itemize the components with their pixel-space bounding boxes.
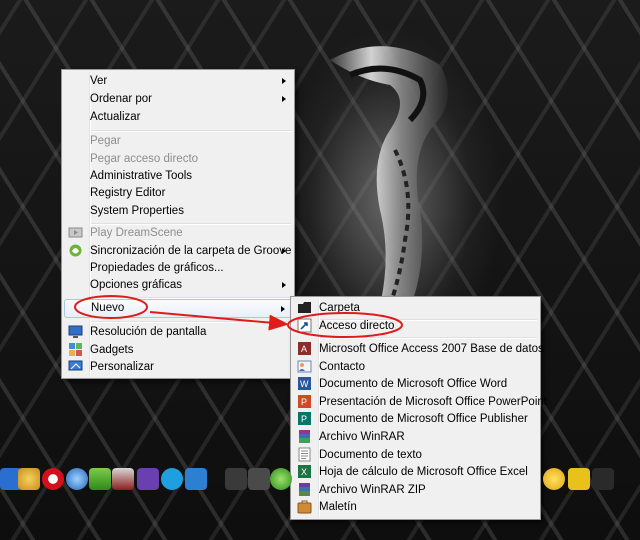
menu-item-propiedades-graficos[interactable]: Propiedades de gráficos...: [64, 259, 292, 277]
menu-item-opciones-graficas[interactable]: Opciones gráficas: [64, 276, 292, 294]
powerpoint-icon: P: [298, 395, 311, 408]
submenu-item-word[interactable]: W Documento de Microsoft Office Word: [293, 375, 538, 393]
winrar-icon: [299, 430, 310, 443]
folder-icon[interactable]: [248, 468, 270, 490]
word-icon: W: [298, 377, 311, 390]
menu-item-label: Actualizar: [90, 111, 141, 123]
svg-text:P: P: [301, 397, 307, 407]
submenu-item-winrar[interactable]: Archivo WinRAR: [293, 428, 538, 446]
menu-item-registry-editor[interactable]: Registry Editor: [64, 184, 292, 202]
menu-item-label: Play DreamScene: [90, 227, 183, 239]
skype-icon[interactable]: [161, 468, 183, 490]
menu-item-label: Contacto: [319, 361, 366, 373]
gadgets-icon: [69, 343, 82, 356]
groove-icon: [69, 244, 82, 257]
menu-item-label: Opciones gráficas: [90, 279, 183, 291]
submenu-item-texto[interactable]: Documento de texto: [293, 446, 538, 464]
menu-item-label: Documento de Microsoft Office Publisher: [319, 413, 528, 425]
menu-item-label: Acceso directo: [319, 320, 395, 332]
submenu-arrow-icon: [282, 78, 286, 84]
text-document-icon: [298, 447, 311, 462]
folder-icon: [298, 302, 311, 313]
trash-icon[interactable]: [592, 468, 614, 490]
menu-item-label: Propiedades de gráficos...: [90, 262, 224, 274]
menu-item-label: Ver: [90, 75, 108, 87]
green-arrow-icon[interactable]: [270, 468, 292, 490]
submenu-item-maletin[interactable]: Maletín: [293, 498, 538, 516]
menu-item-label: Carpeta: [319, 302, 360, 314]
menu-item-label: Presentación de Microsoft Office PowerPo…: [319, 396, 547, 408]
menu-item-personalizar[interactable]: Personalizar: [64, 358, 292, 376]
menu-item-sincronizacion-groove[interactable]: Sincronización de la carpeta de Groove: [64, 242, 292, 260]
menu-item-label: Microsoft Office Access 2007 Base de dat…: [319, 343, 544, 355]
star-icon[interactable]: [568, 468, 590, 490]
menu-separator: [320, 337, 537, 339]
submenu-item-contacto[interactable]: Contacto: [293, 358, 538, 376]
menu-item-label: Maletín: [319, 501, 357, 513]
submenu-arrow-icon: [281, 306, 285, 312]
shortcut-icon: [297, 318, 312, 333]
submenu-arrow-icon: [282, 248, 286, 254]
menu-item-ver[interactable]: Ver: [64, 72, 292, 90]
access-icon: A: [298, 342, 311, 355]
publisher-icon: P: [298, 412, 311, 425]
monitor-icon: [68, 325, 83, 338]
menu-item-label: System Properties: [90, 205, 184, 217]
briefcase-icon: [297, 500, 312, 514]
svg-text:W: W: [300, 379, 309, 389]
menu-item-pegar-acceso-directo[interactable]: Pegar acceso directo: [64, 150, 292, 168]
submenu-item-access[interactable]: A Microsoft Office Access 2007 Base de d…: [293, 340, 544, 358]
folder-icon[interactable]: [225, 468, 247, 490]
menu-item-label: Sincronización de la carpeta de Groove: [90, 245, 292, 257]
globe-icon[interactable]: [66, 468, 88, 490]
menu-item-actualizar[interactable]: Actualizar: [64, 108, 292, 126]
submenu-arrow-icon: [282, 96, 286, 102]
menu-item-label: Personalizar: [90, 361, 154, 373]
menu-item-gadgets[interactable]: Gadgets: [64, 341, 292, 359]
menu-item-label: Documento de texto: [319, 449, 422, 461]
menu-item-label: Pegar: [90, 135, 121, 147]
personalize-icon: [68, 360, 83, 371]
menu-item-label: Pegar acceso directo: [90, 153, 199, 165]
submenu-item-acceso-directo[interactable]: Acceso directo: [293, 317, 538, 335]
ares-icon[interactable]: [89, 468, 111, 490]
contact-icon: [297, 360, 312, 373]
download-manager-icon[interactable]: [185, 468, 207, 490]
menu-item-label: Nuevo: [91, 302, 125, 314]
svg-text:A: A: [301, 344, 307, 354]
menu-item-label: Gadgets: [90, 344, 134, 356]
svg-text:P: P: [301, 414, 307, 424]
submenu-arrow-icon: [282, 282, 286, 288]
menu-item-label: Resolución de pantalla: [90, 326, 207, 338]
menu-item-play-dreamscene[interactable]: Play DreamScene: [64, 224, 292, 242]
submenu-item-publisher[interactable]: P Documento de Microsoft Office Publishe…: [293, 410, 538, 428]
opera-icon[interactable]: [42, 468, 64, 490]
menu-item-system-properties[interactable]: System Properties: [64, 202, 292, 220]
submenu-item-powerpoint[interactable]: P Presentación de Microsoft Office Power…: [293, 393, 547, 411]
menu-item-label: Documento de Microsoft Office Word: [319, 378, 508, 390]
menu-item-pegar[interactable]: Pegar: [64, 132, 292, 150]
dreamscene-icon: [68, 227, 83, 238]
menu-item-label: Archivo WinRAR: [319, 431, 405, 443]
menu-item-ordenar-por[interactable]: Ordenar por: [64, 90, 292, 108]
menu-item-label: Registry Editor: [90, 187, 166, 199]
menu-item-label: Administrative Tools: [90, 170, 193, 182]
acrobat-icon[interactable]: [112, 468, 134, 490]
download-icon[interactable]: [137, 468, 159, 490]
submenu-item-carpeta[interactable]: Carpeta: [293, 299, 538, 317]
menu-item-label: Ordenar por: [90, 93, 153, 105]
menu-item-administrative-tools[interactable]: Administrative Tools: [64, 167, 292, 185]
menu-item-nuevo[interactable]: Nuevo: [64, 299, 292, 318]
messenger-icon[interactable]: [18, 468, 40, 490]
smiley-icon[interactable]: [543, 468, 565, 490]
menu-item-resolucion-pantalla[interactable]: Resolución de pantalla: [64, 323, 292, 341]
desktop-context-menu: Ver Ordenar por Actualizar Pegar Pegar a…: [61, 69, 295, 379]
